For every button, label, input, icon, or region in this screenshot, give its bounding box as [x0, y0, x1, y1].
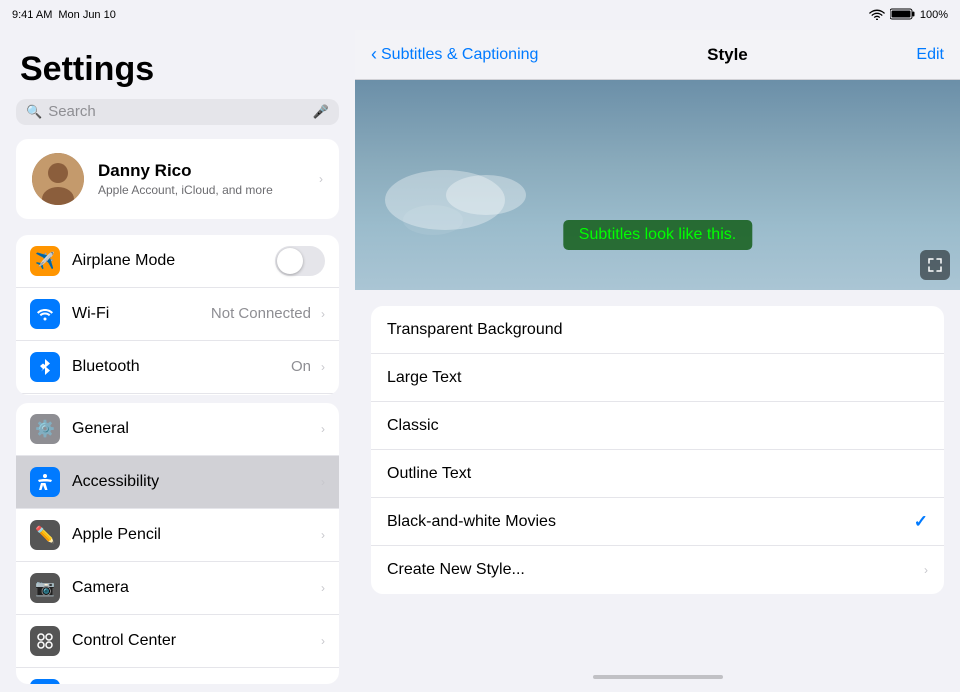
app-container: Settings 🔍 Search 🎤 Danny Rico Apple Acc… — [0, 30, 960, 692]
settings-sidebar: Settings 🔍 Search 🎤 Danny Rico Apple Acc… — [0, 30, 355, 692]
wifi-settings-icon — [30, 299, 60, 329]
style-item-largetext[interactable]: Large Text — [371, 354, 944, 402]
settings-item-battery[interactable]: Battery › — [16, 394, 339, 395]
wifi-chevron: › — [321, 307, 325, 321]
settings-item-controlcenter[interactable]: Control Center › — [16, 615, 339, 668]
battery-icon — [890, 8, 915, 23]
toggle-knob — [277, 248, 303, 274]
style-label-outline: Outline Text — [387, 465, 928, 483]
nav-back-button[interactable]: ‹ Subtitles & Captioning — [371, 44, 538, 65]
wifi-value: Not Connected — [211, 305, 311, 322]
status-bar: 9:41 AM Mon Jun 10 100% — [0, 0, 960, 30]
settings-item-accessibility[interactable]: Accessibility › — [16, 456, 339, 509]
status-bar-right: 100% — [869, 8, 948, 23]
nav-title: Style — [707, 45, 748, 65]
back-chevron-icon: ‹ — [371, 44, 377, 65]
right-panel: ‹ Subtitles & Captioning Style Edit Subt… — [355, 30, 960, 692]
edit-button[interactable]: Edit — [916, 46, 944, 64]
settings-item-airplane[interactable]: ✈️ Airplane Mode — [16, 235, 339, 288]
search-icon: 🔍 — [26, 104, 42, 120]
applepencil-icon: ✏️ — [30, 520, 60, 550]
bluetooth-chevron: › — [321, 360, 325, 374]
display-icon: ☀️ — [30, 679, 60, 684]
accessibility-icon — [30, 467, 60, 497]
applepencil-label: Apple Pencil — [72, 526, 317, 544]
settings-item-camera[interactable]: 📷 Camera › — [16, 562, 339, 615]
home-bar — [593, 675, 723, 679]
general-icon: ⚙️ — [30, 414, 60, 444]
controlcenter-chevron: › — [321, 634, 325, 648]
sidebar-title: Settings — [0, 30, 355, 99]
battery-percent: 100% — [920, 9, 948, 21]
accessibility-label: Accessibility — [72, 473, 317, 491]
bluetooth-label: Bluetooth — [72, 358, 291, 376]
settings-item-display[interactable]: ☀️ Display & Brightness › — [16, 668, 339, 684]
style-group: Transparent Background Large Text Classi… — [371, 306, 944, 594]
checkmark-icon: ✓ — [914, 512, 928, 532]
home-indicator — [355, 662, 960, 692]
settings-group-1: ✈️ Airplane Mode Wi-Fi Not Connected › — [16, 235, 339, 395]
airplane-label: Airplane Mode — [72, 252, 275, 270]
controlcenter-label: Control Center — [72, 632, 317, 650]
camera-icon: 📷 — [30, 573, 60, 603]
style-item-outline[interactable]: Outline Text — [371, 450, 944, 498]
camera-label: Camera — [72, 579, 317, 597]
style-label-bwmovies: Black-and-white Movies — [387, 513, 914, 531]
controlcenter-icon — [30, 626, 60, 656]
date-display: Mon Jun 10 — [58, 9, 115, 21]
accessibility-chevron: › — [321, 475, 325, 489]
user-info: Danny Rico Apple Account, iCloud, and mo… — [98, 161, 301, 197]
style-label-createnew: Create New Style... — [387, 561, 924, 579]
time-display: 9:41 AM — [12, 9, 52, 21]
user-profile-chevron: › — [319, 172, 323, 186]
search-bar[interactable]: 🔍 Search 🎤 — [16, 99, 339, 125]
airplane-toggle[interactable] — [275, 246, 325, 276]
style-label-largetext: Large Text — [387, 369, 928, 387]
style-label-transparent: Transparent Background — [387, 321, 928, 339]
user-subtitle: Apple Account, iCloud, and more — [98, 183, 301, 197]
settings-item-applepencil[interactable]: ✏️ Apple Pencil › — [16, 509, 339, 562]
settings-group-2: ⚙️ General › Accessibility › ✏️ Apple Pe… — [16, 403, 339, 684]
search-placeholder: Search — [48, 103, 307, 120]
camera-chevron: › — [321, 581, 325, 595]
style-item-createnew[interactable]: Create New Style... › — [371, 546, 944, 594]
settings-item-general[interactable]: ⚙️ General › — [16, 403, 339, 456]
mic-icon: 🎤 — [313, 104, 329, 120]
back-label: Subtitles & Captioning — [381, 46, 538, 64]
general-label: General — [72, 420, 317, 438]
user-profile[interactable]: Danny Rico Apple Account, iCloud, and mo… — [16, 139, 339, 219]
fullscreen-button[interactable] — [920, 250, 950, 280]
createnew-chevron-icon: › — [924, 563, 928, 577]
wifi-label: Wi-Fi — [72, 305, 211, 323]
status-bar-left: 9:41 AM Mon Jun 10 — [12, 9, 116, 21]
style-item-bwmovies[interactable]: Black-and-white Movies ✓ — [371, 498, 944, 546]
applepencil-chevron: › — [321, 528, 325, 542]
wifi-icon — [869, 8, 885, 23]
preview-area: Subtitles look like this. — [355, 80, 960, 290]
bluetooth-value: On — [291, 358, 311, 375]
subtitle-preview-text: Subtitles look like this. — [563, 220, 752, 250]
general-chevron: › — [321, 422, 325, 436]
style-item-classic[interactable]: Classic — [371, 402, 944, 450]
settings-item-bluetooth[interactable]: Bluetooth On › — [16, 341, 339, 394]
style-label-classic: Classic — [387, 417, 928, 435]
nav-bar: ‹ Subtitles & Captioning Style Edit — [355, 30, 960, 80]
style-item-transparent[interactable]: Transparent Background — [371, 306, 944, 354]
settings-item-wifi[interactable]: Wi-Fi Not Connected › — [16, 288, 339, 341]
style-list: Transparent Background Large Text Classi… — [355, 290, 960, 662]
airplane-icon: ✈️ — [30, 246, 60, 276]
bluetooth-icon — [30, 352, 60, 382]
avatar — [32, 153, 84, 205]
user-name: Danny Rico — [98, 161, 301, 181]
